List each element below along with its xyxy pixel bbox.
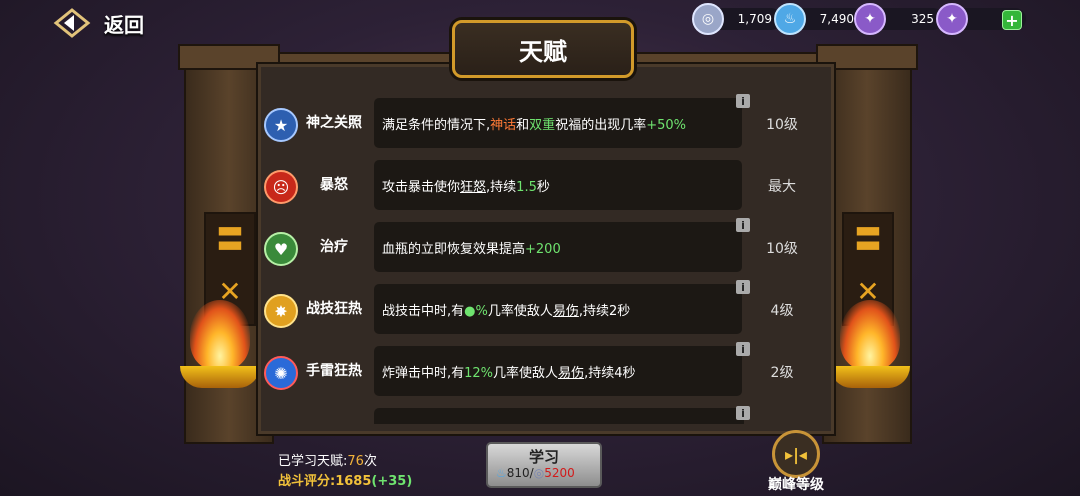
silver-coin-icon: ◎ bbox=[533, 466, 545, 480]
battle-score: 战斗评分:1685(+35) bbox=[278, 474, 413, 489]
silver-coin-icon: ◎ bbox=[692, 3, 724, 35]
info-icon[interactable]: i bbox=[736, 342, 750, 356]
back-button[interactable]: 返回 bbox=[52, 4, 162, 42]
grenade-icon: ✺ bbox=[264, 356, 298, 390]
talent-name: 神之关照 bbox=[306, 115, 362, 131]
talent-description: 攻击暴击使你狂怒,持续1.5秒 bbox=[374, 160, 742, 210]
left-brazier bbox=[180, 366, 260, 388]
peak-level-button[interactable]: ▸|◂ 巅峰等级 bbox=[760, 430, 832, 493]
talent-level: 2级 bbox=[770, 365, 794, 381]
shell-lock-icon: ✦ bbox=[854, 3, 886, 35]
potion-icon: ♨ bbox=[496, 466, 507, 480]
left-flame bbox=[190, 300, 250, 370]
talent-level: 4级 bbox=[770, 303, 794, 319]
talent-name: 治疗 bbox=[320, 239, 348, 255]
talent-level: 最大 bbox=[768, 179, 796, 195]
talent-row[interactable]: ★ 神之关照 满足条件的情况下,神话和双重祝福的出现几率+50% i 10级 bbox=[262, 94, 822, 150]
info-icon[interactable]: i bbox=[736, 218, 750, 232]
currency-shell-locked: ✦ 325 bbox=[854, 3, 944, 35]
shell-icon: ✦ bbox=[936, 3, 968, 35]
burst-icon: ✸ bbox=[264, 294, 298, 328]
info-icon[interactable]: i bbox=[736, 280, 750, 294]
talent-row[interactable]: ☹ 暴怒 攻击暴击使你狂怒,持续1.5秒 最大 bbox=[262, 160, 822, 212]
right-brazier bbox=[830, 366, 910, 388]
potion-icon: ♨ bbox=[774, 3, 806, 35]
title-plate: 天赋 bbox=[452, 20, 634, 78]
talent-row[interactable]: ♥ 治疗 血瓶的立即恢复效果提高+200 i 10级 bbox=[262, 218, 822, 274]
currency-potion: ♨ 7,490 bbox=[774, 3, 864, 35]
talent-name: 战技狂热 bbox=[306, 301, 362, 317]
back-arrow-icon bbox=[53, 8, 91, 38]
peak-icon: ▸|◂ bbox=[772, 430, 820, 478]
right-flame bbox=[840, 300, 900, 370]
talent-level: 10级 bbox=[766, 241, 798, 257]
currency-silver: ◎ 1,709 bbox=[692, 3, 782, 35]
list-item: i bbox=[374, 406, 750, 424]
talent-description: 血瓶的立即恢复效果提高+200 i bbox=[374, 218, 750, 272]
talent-description: 满足条件的情况下,神话和双重祝福的出现几率+50% i bbox=[374, 94, 750, 148]
learn-label: 学习 bbox=[528, 448, 559, 466]
info-icon[interactable]: i bbox=[736, 94, 750, 108]
talent-description: 炸弹击中时,有12%几率使敌人易伤,持续4秒 i bbox=[374, 342, 750, 396]
learn-cost: ♨810/◎5200 bbox=[496, 466, 575, 480]
peak-label: 巅峰等级 bbox=[768, 477, 824, 493]
talent-row[interactable]: ✺ 手雷狂热 炸弹击中时,有12%几率使敌人易伤,持续4秒 i 2级 bbox=[262, 342, 822, 398]
back-label: 返回 bbox=[104, 12, 144, 37]
star-ring-icon: ★ bbox=[264, 108, 298, 142]
talent-description: 战技击中时,有●%几率使敌人易伤,持续2秒 i bbox=[374, 280, 750, 334]
potion-bottle-icon: ♥ bbox=[264, 232, 298, 266]
talent-row[interactable]: ✸ 战技狂热 战技击中时,有●%几率使敌人易伤,持续2秒 i 4级 bbox=[262, 280, 822, 336]
talent-level: 10级 bbox=[766, 117, 798, 133]
add-currency-button[interactable]: + bbox=[1002, 10, 1022, 30]
talent-name: 手雷狂热 bbox=[306, 363, 362, 379]
talent-name: 暴怒 bbox=[320, 177, 348, 193]
page-title: 天赋 bbox=[519, 37, 567, 66]
info-icon[interactable]: i bbox=[736, 406, 750, 420]
angry-face-icon: ☹ bbox=[264, 170, 298, 204]
learned-count: 已学习天赋:76次 bbox=[278, 454, 377, 469]
learn-button[interactable]: 学习 ♨810/◎5200 bbox=[486, 442, 602, 488]
